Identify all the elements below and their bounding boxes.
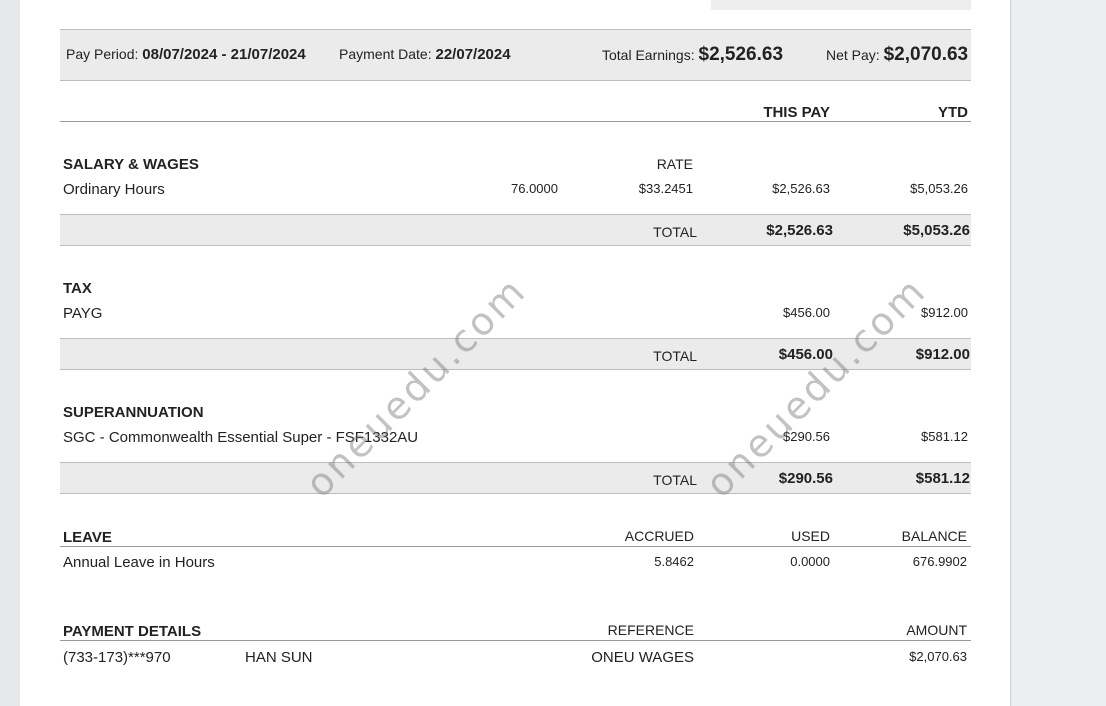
- column-this-pay: THIS PAY: [763, 104, 830, 121]
- tax-this-pay: $456.00: [783, 305, 830, 320]
- super-heading: SUPERANNUATION: [63, 404, 204, 421]
- tax-total-label: TOTAL: [653, 348, 697, 364]
- salary-hours: 76.0000: [511, 181, 558, 196]
- leave-used-label: USED: [791, 528, 830, 544]
- super-total-band: [60, 462, 971, 494]
- payment-amount: $2,070.63: [909, 649, 967, 664]
- salary-ytd: $5,053.26: [910, 181, 968, 196]
- payment-divider: [60, 640, 971, 641]
- super-ytd: $581.12: [921, 429, 968, 444]
- salary-total-ytd: $5,053.26: [903, 222, 970, 239]
- payment-date-value: 22/07/2024: [435, 46, 511, 63]
- pay-period: Pay Period: 08/07/2024 - 21/07/2024: [66, 46, 306, 63]
- salary-item: Ordinary Hours: [63, 181, 165, 198]
- column-ytd: YTD: [938, 104, 968, 121]
- salary-total-this-pay: $2,526.63: [766, 222, 833, 239]
- header-divider: [60, 121, 971, 122]
- leave-item: Annual Leave in Hours: [63, 554, 215, 571]
- salary-total-band: [60, 214, 971, 246]
- leave-accrued-label: ACCRUED: [624, 528, 694, 544]
- tax-item: PAYG: [63, 305, 103, 322]
- payment-amount-label: AMOUNT: [906, 622, 967, 638]
- pay-period-label: Pay Period:: [66, 46, 139, 62]
- payment-date: Payment Date: 22/07/2024: [339, 46, 511, 63]
- leave-balance: 676.9902: [912, 554, 967, 569]
- leave-used: 0.0000: [790, 554, 830, 569]
- total-earnings-value: $2,526.63: [698, 44, 784, 65]
- net-pay-label: Net Pay:: [826, 47, 880, 63]
- payment-reference: ONEU WAGES: [591, 649, 694, 666]
- total-earnings-label: Total Earnings:: [602, 47, 695, 63]
- net-pay: Net Pay: $2,070.63: [826, 44, 968, 66]
- leave-divider: [60, 546, 971, 547]
- pay-period-value: 08/07/2024 - 21/07/2024: [142, 46, 306, 63]
- salary-heading: SALARY & WAGES: [63, 156, 199, 173]
- salary-this-pay: $2,526.63: [772, 181, 830, 196]
- payment-heading: PAYMENT DETAILS: [63, 623, 202, 640]
- header-placeholder-box: [711, 0, 971, 10]
- super-total-ytd: $581.12: [915, 470, 970, 487]
- salary-total-label: TOTAL: [653, 224, 697, 240]
- net-pay-value: $2,070.63: [883, 44, 969, 65]
- viewer-background: [1012, 0, 1106, 706]
- payment-date-label: Payment Date:: [339, 46, 432, 62]
- leave-balance-label: BALANCE: [901, 528, 967, 544]
- super-total-label: TOTAL: [653, 472, 697, 488]
- leave-accrued: 5.8462: [654, 554, 694, 569]
- tax-heading: TAX: [63, 280, 92, 297]
- payment-account: (733-173)***970: [63, 649, 171, 666]
- leave-heading: LEAVE: [63, 529, 112, 546]
- total-earnings: Total Earnings: $2,526.63: [602, 44, 783, 66]
- payment-reference-label: REFERENCE: [607, 622, 694, 638]
- payment-name: HAN SUN: [245, 649, 313, 666]
- salary-rate: $33.2451: [638, 181, 693, 196]
- rate-label: RATE: [656, 156, 693, 172]
